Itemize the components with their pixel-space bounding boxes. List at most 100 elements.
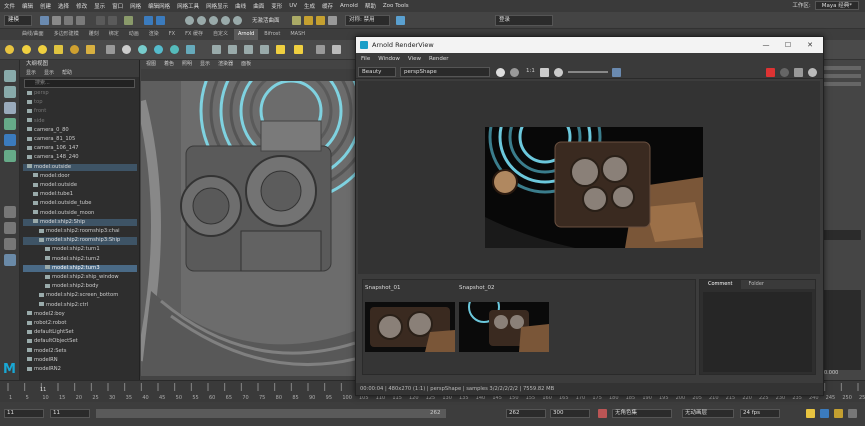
outliner-item[interactable]: model:ship2:ctrl (23, 302, 137, 310)
maximize-icon[interactable]: ☐ (778, 37, 798, 53)
shelf-tool-7-icon[interactable] (316, 45, 325, 54)
menu-item[interactable]: UV (289, 3, 297, 9)
outliner-item[interactable]: model:outside_moon (23, 210, 137, 218)
live-surface-label[interactable]: 无激活曲面 (252, 16, 280, 24)
snap-point-icon[interactable] (209, 16, 218, 25)
outliner-item[interactable]: camera_106_147 (23, 145, 137, 153)
snap-view-icon[interactable] (221, 16, 230, 25)
stop-render-icon[interactable] (766, 68, 775, 77)
tab-comment[interactable]: Comment (700, 280, 741, 289)
shelf-tool-3-icon[interactable] (244, 45, 253, 54)
outliner-item[interactable]: camera_0_80 (23, 127, 137, 135)
select-by-component-icon[interactable] (156, 16, 165, 25)
auto-key-icon[interactable] (598, 409, 607, 418)
outliner-layout-icon[interactable] (4, 254, 16, 266)
renderview-gear-icon[interactable] (808, 68, 817, 77)
shelf-tab[interactable]: FX (165, 29, 179, 40)
renderview-menu-item[interactable]: View (408, 53, 421, 65)
snapshot-card[interactable]: Snapshot_02 (459, 284, 551, 354)
outliner-item[interactable]: camera_148_240 (23, 154, 137, 162)
outliner-item[interactable]: model:ship2:roomship3:chai (23, 228, 137, 236)
sphere-icon[interactable] (170, 45, 179, 54)
snap-curve-icon[interactable] (197, 16, 206, 25)
snapshot-card[interactable]: Snapshot_01 (365, 284, 457, 354)
exposure-icon[interactable] (554, 68, 563, 77)
select-object-icon[interactable] (108, 16, 117, 25)
menu-item[interactable]: 修改 (76, 2, 87, 10)
outliner-item[interactable]: robot2:robot (23, 320, 137, 328)
fps-dropdown[interactable]: 24 fps (740, 409, 780, 418)
outliner-item[interactable]: side (23, 118, 137, 126)
menu-item[interactable]: 文件 (4, 2, 15, 10)
camera-dropdown[interactable]: perspShape (400, 67, 490, 77)
shelf-tool-2-icon[interactable] (228, 45, 237, 54)
folder-icon[interactable] (40, 16, 49, 25)
current-frame-marker[interactable]: 11 (40, 387, 46, 393)
viewport-menu-item[interactable]: 视图 (146, 60, 156, 69)
menu-item[interactable]: 曲线 (235, 2, 246, 10)
crop-icon[interactable] (540, 68, 549, 77)
menu-item[interactable]: 生成 (304, 2, 315, 10)
menu-item[interactable]: 网格显示 (206, 2, 228, 10)
refresh-icon[interactable] (496, 68, 505, 77)
outliner-item[interactable]: top (23, 99, 137, 107)
outliner-item[interactable]: model:ship2:ship_window (23, 274, 137, 282)
shelf-tab[interactable]: Bifrost (260, 29, 284, 40)
two-pane-icon[interactable] (4, 238, 16, 250)
shelf-tab[interactable]: 渲染 (145, 29, 163, 40)
snap-grid-icon[interactable] (185, 16, 194, 25)
shelf-tab[interactable]: FX 缓存 (181, 29, 207, 40)
comment-textarea[interactable] (703, 292, 812, 372)
renderview-menu-item[interactable]: Render (429, 53, 449, 65)
outliner-item[interactable]: modelRN2 (23, 366, 137, 374)
viewport-menu-item[interactable]: 照明 (182, 60, 192, 69)
menu-item[interactable]: Zoo Tools (383, 3, 409, 9)
shelf-tab[interactable]: Arnold (234, 29, 259, 40)
render-frame-icon[interactable] (304, 16, 313, 25)
outliner-item[interactable]: model:ship2:turn1 (23, 246, 137, 254)
save-icon[interactable] (52, 16, 61, 25)
outliner-item[interactable]: model:ship2:turn3 (23, 264, 137, 273)
outliner-menu-item[interactable]: 显示 (26, 69, 36, 77)
scale-tool-icon[interactable] (4, 150, 16, 162)
end-frame-field[interactable]: 262 (506, 409, 546, 418)
mode-dropdown[interactable]: 建模 (4, 15, 32, 26)
render-canvas[interactable] (358, 81, 820, 274)
select-hierarchy-icon[interactable] (96, 16, 105, 25)
shelf-tab[interactable]: 多边形建模 (50, 29, 83, 40)
single-pane-icon[interactable] (4, 206, 16, 218)
sound-icon[interactable] (834, 409, 843, 418)
select-tool-icon[interactable] (4, 70, 16, 82)
snap-surface-icon[interactable] (233, 16, 242, 25)
viewport-menu-item[interactable]: 面板 (241, 60, 251, 69)
exposure-slider[interactable] (568, 71, 608, 73)
minimize-icon[interactable]: — (756, 37, 776, 53)
outliner-item[interactable]: model:outside (23, 163, 137, 172)
mask-icon[interactable] (124, 16, 133, 25)
outliner-item[interactable]: defaultLightSet (23, 329, 137, 337)
anim-layer-dropdown[interactable]: 无动画层 (682, 409, 734, 418)
workspace-dropdown[interactable]: Maya 经典* (814, 1, 859, 10)
menu-item[interactable]: 缓存 (322, 2, 333, 10)
ipr-render-icon[interactable] (316, 16, 325, 25)
renderview-menu-item[interactable]: Window (378, 53, 400, 65)
viewport-menu-item[interactable]: 渲染器 (218, 60, 233, 69)
channel-field[interactable] (824, 230, 861, 240)
mesh-light-icon[interactable] (86, 45, 95, 54)
aov-dropdown[interactable]: Beauty (358, 67, 396, 77)
paint-select-icon[interactable] (4, 102, 16, 114)
menu-item[interactable]: 网格 (130, 2, 141, 10)
shelf-tab[interactable]: 绑定 (105, 29, 123, 40)
menu-item[interactable]: 选择 (58, 2, 69, 10)
outliner-item[interactable]: model:outside_tube (23, 200, 137, 208)
select-by-type-icon[interactable] (144, 16, 153, 25)
four-pane-icon[interactable] (4, 222, 16, 234)
outliner-item[interactable]: model2:Sets (23, 348, 137, 356)
outliner-item[interactable]: model:ship2:roomship3:Ship (23, 237, 137, 245)
shelf-tool-8-icon[interactable] (332, 45, 341, 54)
login-dropdown[interactable]: 登录 (495, 15, 553, 26)
menu-item[interactable]: 网格工具 (177, 2, 199, 10)
outliner-item[interactable]: camera_81_105 (23, 136, 137, 144)
tab-folder[interactable]: Folder (741, 280, 772, 289)
move-tool-icon[interactable] (4, 118, 16, 130)
